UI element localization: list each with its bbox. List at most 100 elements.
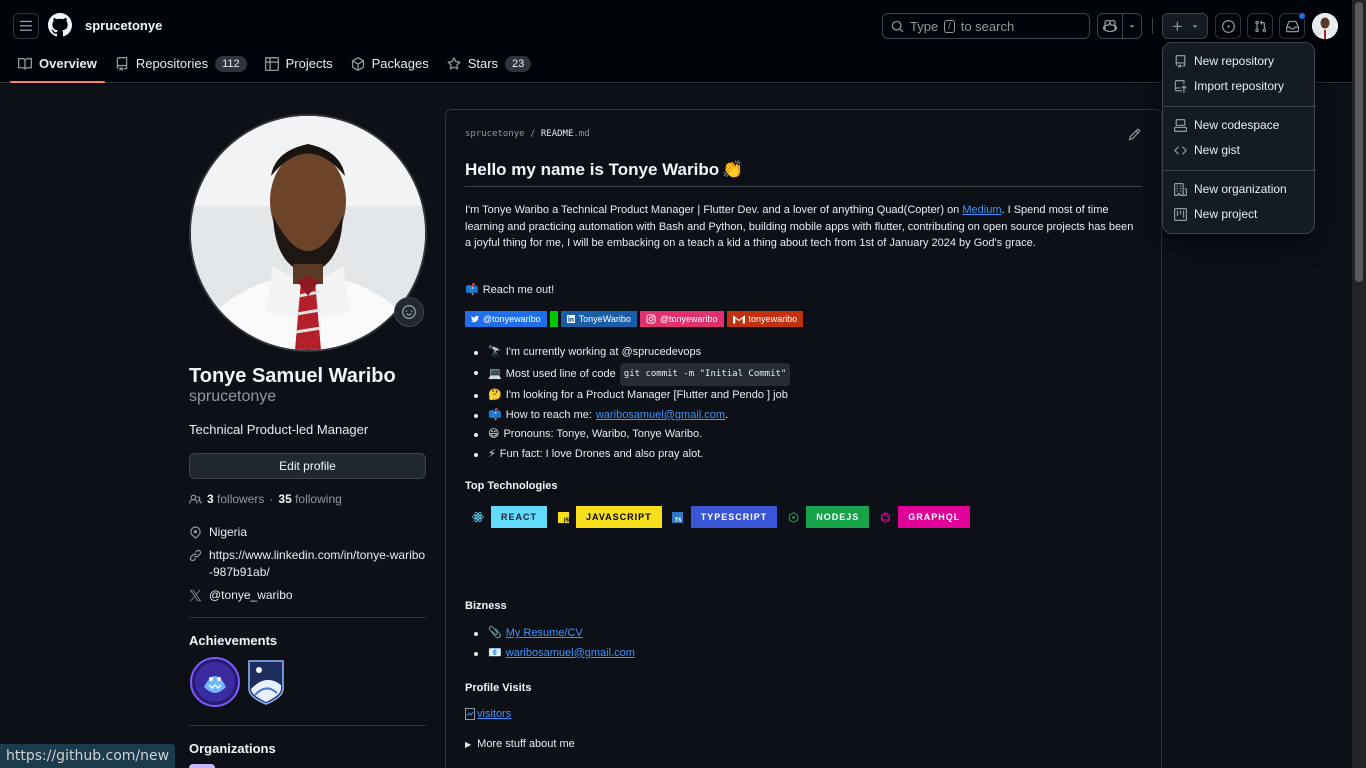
- linkedin-badge[interactable]: TonyeWaribo: [560, 311, 637, 327]
- codespaces-icon: [1174, 118, 1187, 132]
- copilot-dropdown-button[interactable]: [1123, 14, 1141, 38]
- bizness-email-link[interactable]: waribosamuel@gmail.com: [506, 644, 635, 664]
- tech-badge-nodejs[interactable]: NODEJS: [780, 506, 870, 528]
- linkedin-icon: [566, 315, 575, 323]
- github-logo-icon[interactable]: [48, 13, 72, 37]
- profile-avatar[interactable]: [189, 114, 427, 352]
- menu-divider: [1163, 170, 1316, 171]
- achievement-badge-pull-shark[interactable]: [190, 657, 240, 707]
- svg-text:JS: JS: [562, 517, 568, 522]
- inbox-icon: [1285, 20, 1299, 32]
- bizness-list: 📎 My Resume/CV 📧 waribosamuel@gmail.com: [465, 624, 635, 663]
- tab-projects[interactable]: Projects: [257, 48, 341, 79]
- browser-status-url: https://github.com/new: [0, 744, 176, 768]
- more-stuff-details[interactable]: ▶ More stuff about me: [465, 738, 575, 750]
- tech-badge-graphql[interactable]: GRAPHQL: [872, 506, 971, 528]
- followers-link[interactable]: 3 followers: [207, 492, 264, 506]
- following-link[interactable]: 35 following: [278, 492, 341, 506]
- search-input[interactable]: Type / to search: [882, 13, 1090, 39]
- tab-stars[interactable]: Stars 23: [439, 48, 540, 79]
- project-icon: [1174, 207, 1187, 221]
- tech-label: JAVASCRIPT: [576, 506, 662, 528]
- readme-path-sep: /: [530, 129, 536, 139]
- website-link[interactable]: https://www.linkedin.com/in/tonye-waribo…: [209, 547, 426, 581]
- location-item: Nigeria: [189, 524, 426, 541]
- menu-item-import-repository[interactable]: Import repository: [1174, 76, 1284, 96]
- tech-badge-typescript[interactable]: TS TYPESCRIPT: [664, 506, 778, 528]
- header-username[interactable]: sprucetonye: [85, 18, 162, 33]
- tech-badge-react[interactable]: REACT: [465, 506, 547, 528]
- edit-profile-button[interactable]: Edit profile: [189, 453, 426, 479]
- list-item: 📧 waribosamuel@gmail.com: [465, 644, 635, 664]
- profile-full-name: Tonye Samuel Waribo: [189, 365, 396, 387]
- clapping-hands-icon: 👏: [722, 160, 744, 179]
- pull-shark-badge-icon: [190, 657, 240, 707]
- menu-item-new-organization[interactable]: New organization: [1174, 179, 1287, 199]
- search-icon: [891, 20, 904, 32]
- copilot-button[interactable]: [1098, 14, 1124, 38]
- tech-label: NODEJS: [806, 506, 870, 528]
- followers-count: 3: [207, 492, 214, 506]
- menu-button[interactable]: [13, 13, 39, 39]
- twitter-badge[interactable]: @tonyewaribo: [465, 311, 547, 327]
- twitter-item: @tonye_waribo: [189, 587, 426, 604]
- menu-item-new-gist[interactable]: New gist: [1174, 140, 1240, 160]
- achievement-badge-arctic[interactable]: [245, 659, 287, 705]
- profile-bio: Technical Product-led Manager: [189, 422, 369, 437]
- menu-item-new-project[interactable]: New project: [1174, 204, 1257, 224]
- triangle-down-icon: [1192, 25, 1197, 28]
- set-status-button[interactable]: [394, 297, 424, 327]
- notification-dot: [1298, 12, 1306, 20]
- intro-text-1: I'm Tonye Waribo a Technical Product Man…: [465, 204, 963, 216]
- email-link[interactable]: waribosamuel@gmail.com: [596, 409, 725, 421]
- following-count: 35: [278, 492, 292, 506]
- gmail-badge[interactable]: tonyewaribo: [726, 311, 804, 327]
- visitors-image-link[interactable]: visitors: [465, 708, 511, 720]
- menu-item-new-codespace[interactable]: New codespace: [1174, 115, 1279, 135]
- green-badge[interactable]: [549, 311, 558, 327]
- tab-repositories-label: Repositories: [135, 56, 209, 71]
- create-new-button[interactable]: [1162, 13, 1208, 39]
- page-scrollbar[interactable]: [1352, 0, 1366, 768]
- more-stuff-summary: More stuff about me: [477, 738, 575, 750]
- scrollbar-thumb[interactable]: [1355, 2, 1363, 282]
- bullet-text: Fun fact: I love Drones and also pray al…: [499, 447, 704, 460]
- plus-icon: [1172, 21, 1182, 31]
- reach-text: Reach me out!: [482, 284, 555, 296]
- bullet-text: I'm currently working at @sprucedevops: [505, 346, 702, 358]
- bizness-heading: Bizness: [465, 600, 507, 612]
- user-avatar-button[interactable]: [1312, 13, 1338, 39]
- resume-link[interactable]: My Resume/CV: [506, 624, 583, 644]
- achievements-heading[interactable]: Achievements: [189, 633, 277, 648]
- graphql-icon: [880, 511, 891, 523]
- thinking-face-icon: 🤔: [488, 389, 502, 402]
- pull-requests-button[interactable]: [1247, 13, 1273, 39]
- arctic-code-vault-badge-icon: [248, 660, 284, 705]
- tab-overview[interactable]: Overview: [10, 48, 105, 83]
- global-header: sprucetonye Type / to search Overview Re…: [0, 0, 1352, 83]
- edit-readme-button[interactable]: [1128, 128, 1141, 141]
- readme-path-user[interactable]: sprucetonye: [465, 129, 525, 139]
- tab-repositories[interactable]: Repositories 112: [107, 48, 255, 79]
- issues-button[interactable]: [1215, 13, 1241, 39]
- bullet-text: Most used line of code: [505, 367, 616, 380]
- instagram-badge[interactable]: @tonyewaribo: [639, 311, 724, 327]
- organization-avatar[interactable]: [189, 764, 215, 768]
- tech-badge-javascript[interactable]: JS JAVASCRIPT: [550, 506, 662, 528]
- medium-link[interactable]: Medium: [962, 204, 1001, 216]
- mailbox-icon: 📫: [488, 408, 502, 421]
- twitter-link[interactable]: @tonye_waribo: [209, 587, 293, 604]
- tab-packages[interactable]: Packages: [343, 48, 437, 79]
- tab-stars-label: Stars: [467, 56, 499, 71]
- readme-path-file[interactable]: README: [541, 129, 574, 139]
- gmail-icon: [732, 315, 745, 324]
- menu-item-new-repository[interactable]: New repository: [1174, 51, 1274, 71]
- instagram-icon: [646, 314, 656, 324]
- menu-item-label: New codespace: [1194, 118, 1280, 132]
- tech-label: GRAPHQL: [898, 506, 971, 528]
- visitors-alt-text[interactable]: visitors: [477, 708, 511, 720]
- readme-bullet-list: 🔭 I'm currently working at @sprucedevops …: [465, 343, 791, 465]
- tab-projects-label: Projects: [285, 56, 333, 71]
- twitter-badge-text: @tonyewaribo: [483, 314, 541, 324]
- copilot-icon: [1103, 19, 1118, 33]
